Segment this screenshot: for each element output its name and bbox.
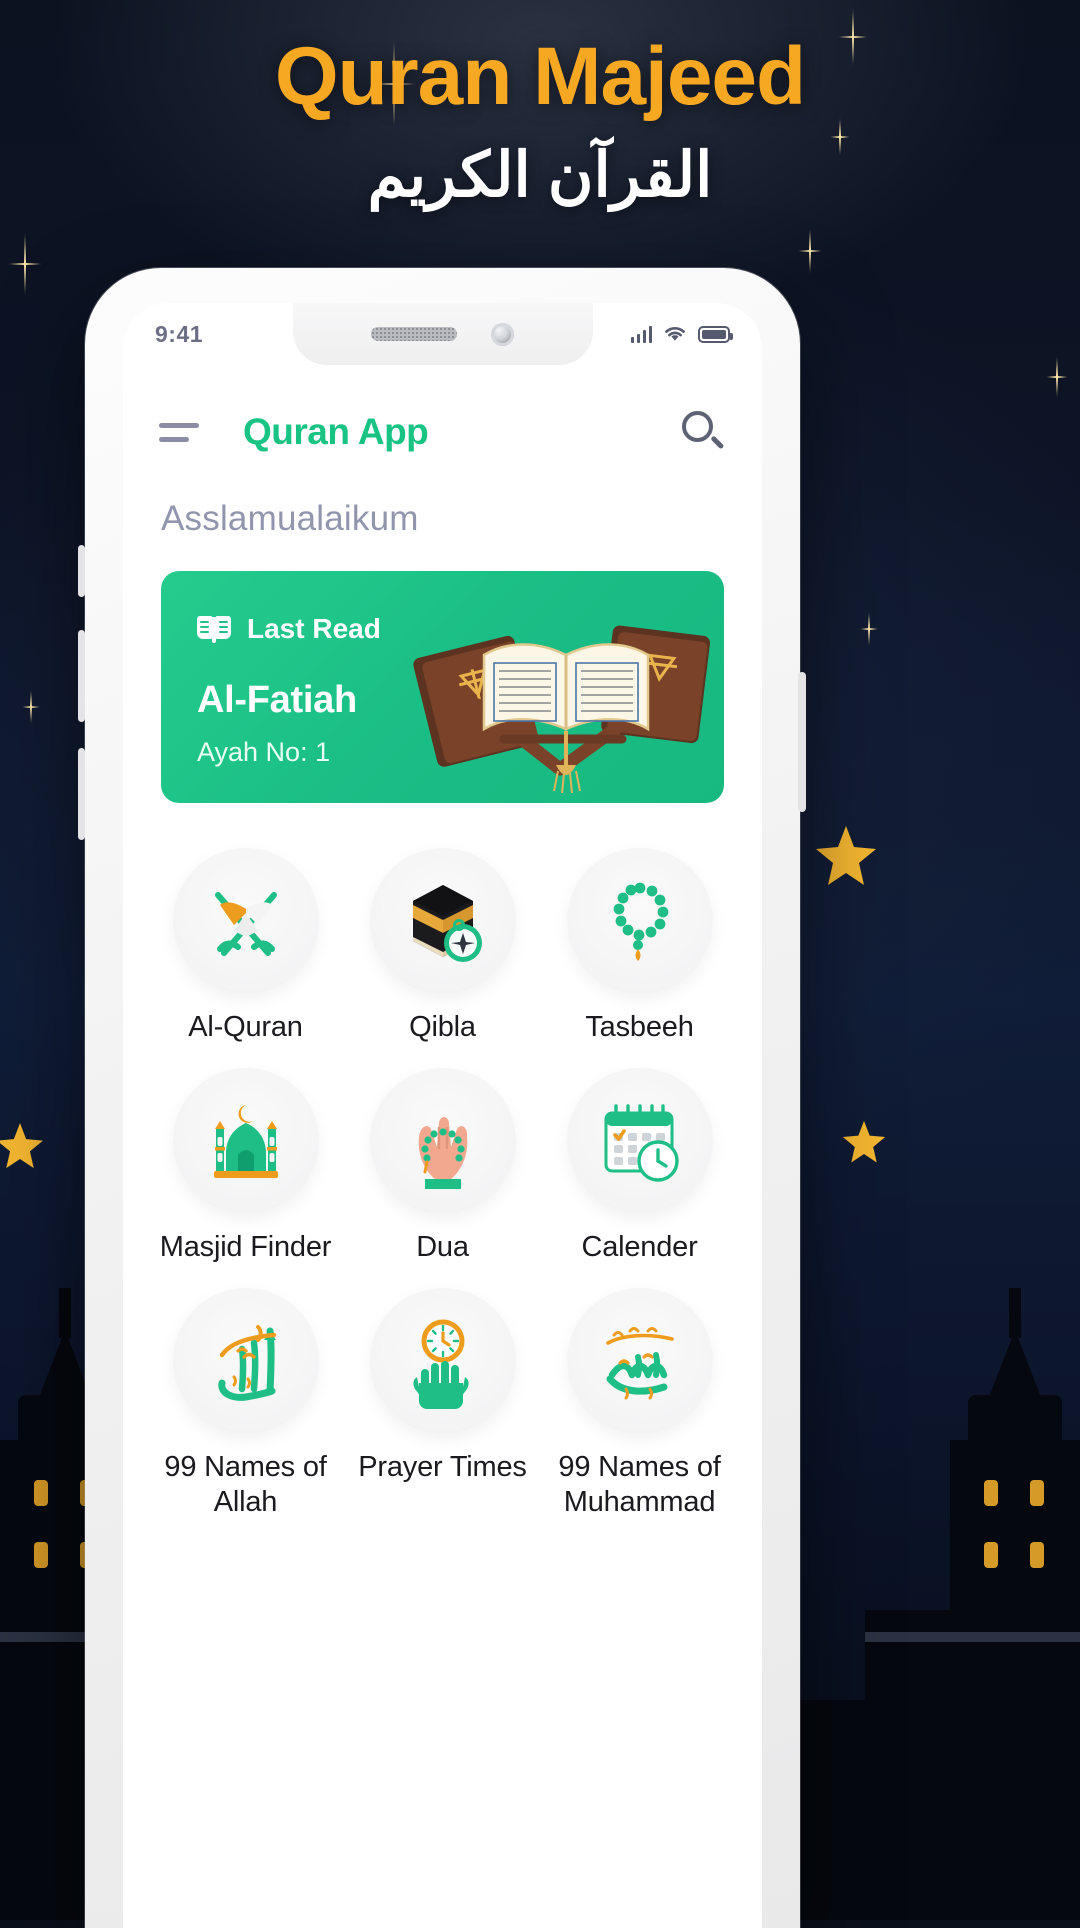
- phone-mute-switch[interactable]: [78, 545, 85, 597]
- last-read-ayah: Ayah No: 1: [197, 737, 331, 767]
- feature-label: Prayer Times: [358, 1451, 527, 1484]
- feature-label: Calender: [581, 1231, 698, 1264]
- hands-clock-icon: [412, 1319, 469, 1410]
- page-subtitle-arabic: القرآن الكريم: [367, 140, 713, 210]
- feature-label: Tasbeeh: [585, 1011, 694, 1043]
- feature-item-dua[interactable]: Dua: [344, 1068, 541, 1264]
- gold-star-icon: [0, 1123, 43, 1169]
- feature-label: 99 Names of Allah: [164, 1451, 327, 1518]
- hamburger-menu-icon[interactable]: [159, 422, 199, 442]
- feature-label: Dua: [416, 1231, 469, 1264]
- feature-item-al-quran[interactable]: Al-Quran: [147, 848, 344, 1044]
- feature-item-tasbeeh[interactable]: Tasbeeh: [541, 848, 738, 1044]
- feature-icon-circle: [369, 848, 516, 994]
- feature-icon-circle: [172, 1068, 319, 1215]
- battery-icon: [698, 325, 733, 343]
- status-bar: 9:41: [123, 303, 762, 365]
- last-read-header: Last Read: [197, 613, 381, 645]
- feature-icon-circle: [566, 1068, 713, 1215]
- feature-icon-circle: [172, 1288, 319, 1435]
- feature-icon-circle: [172, 848, 319, 994]
- search-icon[interactable]: [680, 409, 726, 455]
- feature-icon-circle: [369, 1068, 516, 1215]
- quran-rehal-icon: [214, 892, 277, 956]
- phone-screen: 9:41 Quran App Asslamualaikum Last Read …: [123, 303, 762, 1928]
- praying-hands-beads-icon: [418, 1117, 467, 1190]
- wifi-icon: [665, 327, 685, 341]
- signal-icon: [630, 325, 652, 343]
- feature-icon-circle: [566, 848, 713, 994]
- feature-item-masjid-finder[interactable]: Masjid Finder: [147, 1068, 344, 1264]
- feature-item-calender[interactable]: Calender: [541, 1068, 738, 1264]
- feature-icon-circle: [566, 1288, 713, 1435]
- feature-icon-circle: [369, 1288, 516, 1435]
- app-title: Quran App: [243, 411, 429, 452]
- phone-volume-down-button[interactable]: [78, 748, 85, 840]
- feature-label: Masjid Finder: [159, 1231, 332, 1264]
- muhammad-calligraphy-icon: [605, 1327, 674, 1400]
- status-bar-time: 9:41: [155, 320, 204, 347]
- feature-item-99-names-of-muhammad[interactable]: 99 Names of Muhammad: [541, 1288, 738, 1518]
- phone-power-button[interactable]: [798, 672, 806, 812]
- status-bar-icons: [630, 325, 733, 343]
- last-read-surah: Al-Fatiah: [197, 679, 357, 721]
- feature-label: Qibla: [409, 1011, 476, 1043]
- last-read-card[interactable]: Last Read Al-Fatiah Ayah No: 1: [161, 571, 724, 803]
- open-book-icon: [197, 615, 231, 643]
- page-title: Quran Majeed: [274, 31, 806, 122]
- mosque-icon: [213, 1105, 278, 1179]
- phone-volume-up-button[interactable]: [78, 630, 85, 722]
- gold-star-icon: [842, 1120, 886, 1163]
- last-read-label: Last Read: [247, 613, 381, 644]
- feature-grid: Al-Quran Qibla Tasbeeh Masjid Finder Dua…: [147, 848, 738, 1519]
- app-bar: Quran App: [123, 389, 762, 475]
- phone-mockup: 9:41 Quran App Asslamualaikum Last Read …: [85, 268, 800, 1928]
- feature-item-qibla[interactable]: Qibla: [344, 848, 541, 1044]
- prayer-beads-icon: [613, 882, 668, 961]
- greeting-text: Asslamualaikum: [161, 499, 419, 538]
- feature-label: Al-Quran: [188, 1011, 303, 1043]
- feature-item-prayer-times[interactable]: Prayer Times: [344, 1288, 541, 1518]
- calendar-clock-icon: [604, 1104, 679, 1182]
- gold-star-icon: [816, 826, 876, 885]
- kaaba-compass-icon: [412, 885, 482, 962]
- feature-label: 99 Names of Muhammad: [558, 1451, 721, 1518]
- allah-calligraphy-icon: [217, 1325, 276, 1402]
- poster-headline: Quran Majeed القرآن الكريم: [0, 31, 1080, 214]
- quran-on-rehal-icon: [413, 625, 711, 794]
- feature-item-99-names-of-allah[interactable]: 99 Names of Allah: [147, 1288, 344, 1518]
